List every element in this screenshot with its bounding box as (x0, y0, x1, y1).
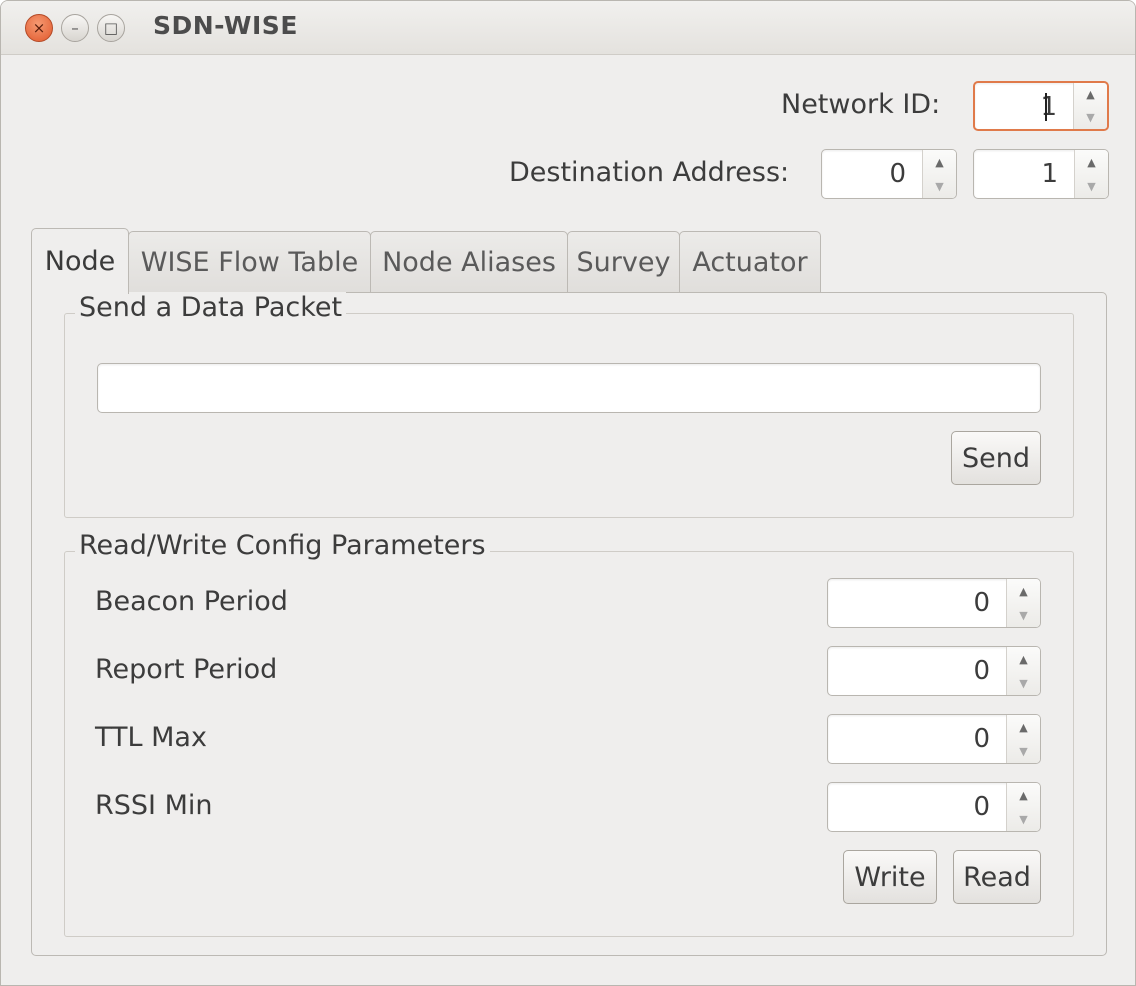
network-id-label: Network ID: (781, 89, 941, 120)
destination-address-label: Destination Address: (509, 157, 790, 188)
report-period-label: Report Period (95, 654, 278, 685)
destination-high-arrows: ▲ ▼ (922, 150, 956, 198)
maximize-button[interactable]: □ (97, 14, 125, 42)
spin-down-icon[interactable]: ▼ (1074, 106, 1107, 129)
tab-node[interactable]: Node (31, 228, 129, 294)
spin-down-icon[interactable]: ▼ (1007, 671, 1040, 695)
destination-high-spinner[interactable]: 0 ▲ ▼ (821, 149, 957, 199)
send-button[interactable]: Send (951, 431, 1041, 485)
rssi-min-value[interactable]: 0 (828, 783, 1004, 831)
report-period-spinner[interactable]: 0 ▲ ▼ (827, 646, 1041, 696)
spin-up-icon[interactable]: ▲ (923, 150, 956, 174)
title-bar: × – □ SDN-WISE (1, 1, 1135, 55)
spin-down-icon[interactable]: ▼ (1007, 739, 1040, 763)
send-packet-title: Send a Data Packet (75, 292, 347, 323)
destination-high-value[interactable]: 0 (822, 150, 920, 198)
network-id-value[interactable]: 1 (975, 83, 1071, 129)
rssi-min-arrows: ▲ ▼ (1006, 783, 1040, 831)
spin-down-icon[interactable]: ▼ (1007, 807, 1040, 831)
report-period-arrows: ▲ ▼ (1006, 647, 1040, 695)
ttl-max-label: TTL Max (95, 722, 207, 753)
tab-panel-node: Send a Data Packet Send Read/Write Confi… (31, 292, 1107, 956)
write-button[interactable]: Write (843, 850, 937, 904)
beacon-period-value[interactable]: 0 (828, 579, 1004, 627)
spin-up-icon[interactable]: ▲ (1074, 83, 1107, 106)
ttl-max-spinner[interactable]: 0 ▲ ▼ (827, 714, 1041, 764)
read-button[interactable]: Read (953, 850, 1041, 904)
destination-low-arrows: ▲ ▼ (1074, 150, 1108, 198)
send-packet-group: Send a Data Packet Send (64, 292, 1074, 518)
ttl-max-value[interactable]: 0 (828, 715, 1004, 763)
app-window: × – □ SDN-WISE Network ID: 1 ▲ ▼ Destina… (0, 0, 1136, 986)
beacon-period-label: Beacon Period (95, 586, 288, 617)
close-button[interactable]: × (25, 14, 53, 42)
tab-node-aliases[interactable]: Node Aliases (370, 231, 568, 293)
minimize-icon: – (71, 18, 79, 37)
spin-up-icon[interactable]: ▲ (1007, 579, 1040, 603)
rssi-min-label: RSSI Min (95, 790, 213, 821)
spin-up-icon[interactable]: ▲ (1007, 715, 1040, 739)
destination-low-value[interactable]: 1 (974, 150, 1072, 198)
ttl-max-arrows: ▲ ▼ (1006, 715, 1040, 763)
config-title: Read/Write Config Parameters (75, 530, 490, 561)
text-caret (1045, 93, 1047, 121)
spin-down-icon[interactable]: ▼ (1075, 174, 1108, 198)
minimize-button[interactable]: – (61, 14, 89, 42)
beacon-period-arrows: ▲ ▼ (1006, 579, 1040, 627)
tab-survey[interactable]: Survey (567, 231, 680, 293)
config-group: Read/Write Config Parameters Beacon Peri… (64, 530, 1074, 937)
spin-up-icon[interactable]: ▲ (1007, 783, 1040, 807)
maximize-icon: □ (103, 18, 119, 37)
tab-actuator[interactable]: Actuator (679, 231, 821, 293)
beacon-period-spinner[interactable]: 0 ▲ ▼ (827, 578, 1041, 628)
rssi-min-spinner[interactable]: 0 ▲ ▼ (827, 782, 1041, 832)
window-title: SDN-WISE (153, 11, 298, 40)
tab-wise-flow-table[interactable]: WISE Flow Table (128, 231, 371, 293)
close-icon: × (32, 18, 46, 37)
packet-data-input[interactable] (97, 363, 1041, 413)
spin-down-icon[interactable]: ▼ (1007, 603, 1040, 627)
spin-down-icon[interactable]: ▼ (923, 174, 956, 198)
spin-up-icon[interactable]: ▲ (1075, 150, 1108, 174)
network-id-spinner[interactable]: 1 ▲ ▼ (973, 81, 1109, 131)
destination-low-spinner[interactable]: 1 ▲ ▼ (973, 149, 1109, 199)
spin-up-icon[interactable]: ▲ (1007, 647, 1040, 671)
report-period-value[interactable]: 0 (828, 647, 1004, 695)
network-id-arrows: ▲ ▼ (1073, 83, 1107, 129)
